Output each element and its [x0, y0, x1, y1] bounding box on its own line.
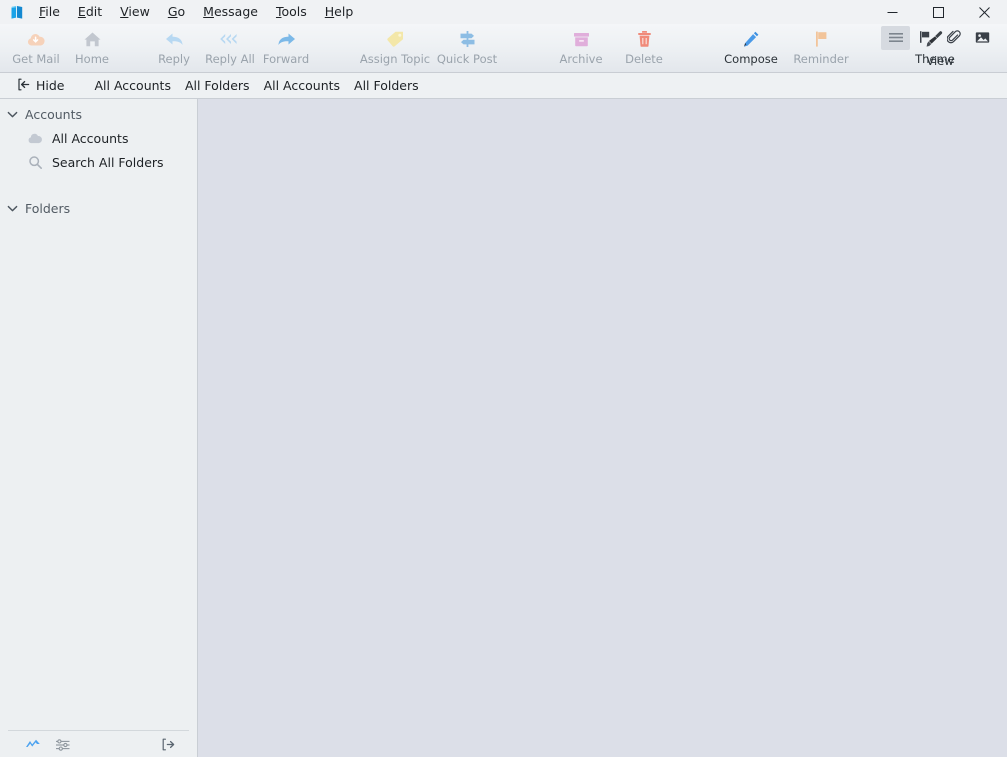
- menu-help[interactable]: Help: [316, 2, 363, 22]
- toolbar-button-assign-topic[interactable]: Assign Topic: [358, 24, 432, 70]
- menu-go[interactable]: Go: [159, 2, 194, 22]
- hide-label: Hide: [36, 78, 65, 93]
- tag-icon: [385, 29, 405, 49]
- sidebar-section-folders[interactable]: Folders: [0, 197, 197, 220]
- paperclip-icon: [947, 29, 961, 48]
- image-icon: [975, 29, 990, 48]
- view-toggle-attachment[interactable]: [939, 26, 968, 50]
- signpost-icon: [458, 29, 477, 49]
- toolbar-label: Forward: [263, 53, 309, 65]
- search-icon: [27, 154, 43, 170]
- sidebar-item-search-all-folders[interactable]: Search All Folders: [0, 150, 197, 174]
- menu-file[interactable]: File: [30, 2, 69, 22]
- toolbar-label: Compose: [724, 53, 778, 65]
- sidebar-item-label: Search All Folders: [52, 155, 164, 170]
- sidebar-status-bar: [8, 730, 189, 757]
- forward-icon: [276, 29, 297, 49]
- sidebar-section-spacer: [0, 174, 197, 197]
- archive-box-icon: [572, 29, 591, 49]
- collapse-left-icon: [17, 78, 30, 94]
- toolbar-label: Delete: [625, 53, 663, 65]
- sidebar: Accounts All Accounts: [0, 99, 198, 757]
- cloud-download-icon: [26, 29, 46, 49]
- toolbar-label: Reply All: [205, 53, 255, 65]
- maximize-icon[interactable]: [915, 0, 961, 24]
- main-toolbar: Get Mail Home Reply: [0, 24, 1007, 73]
- toolbar-button-delete[interactable]: Delete: [616, 24, 672, 70]
- trash-icon: [636, 29, 653, 49]
- view-group-label: View: [881, 55, 999, 67]
- minimize-icon[interactable]: [869, 0, 915, 24]
- menu-bar: File Edit View Go Message Tools Help: [30, 0, 362, 24]
- toolbar-button-compose[interactable]: Compose: [716, 24, 786, 70]
- menu-message[interactable]: Message: [194, 2, 267, 22]
- toolbar-button-archive[interactable]: Archive: [546, 24, 616, 70]
- window-controls: [869, 0, 1007, 24]
- view-toggle-image[interactable]: [968, 26, 997, 50]
- sidebar-item-label: All Accounts: [52, 131, 128, 146]
- close-icon[interactable]: [961, 0, 1007, 24]
- message-list-area[interactable]: [198, 99, 1007, 757]
- menu-tools[interactable]: Tools: [267, 2, 316, 22]
- logout-icon[interactable]: [153, 738, 183, 751]
- reply-icon: [164, 29, 185, 49]
- toolbar-button-get-mail[interactable]: Get Mail: [8, 24, 64, 70]
- menu-edit[interactable]: Edit: [69, 2, 111, 22]
- flag-icon: [813, 29, 830, 49]
- sidebar-tree: Accounts All Accounts: [0, 99, 197, 730]
- sidebar-section-accounts[interactable]: Accounts: [0, 103, 197, 126]
- activity-bolt-icon[interactable]: [18, 738, 48, 750]
- sliders-icon[interactable]: [48, 738, 78, 751]
- toolbar-button-reminder[interactable]: Reminder: [786, 24, 856, 70]
- cloud-icon: [27, 130, 43, 146]
- toolbar-label: Get Mail: [12, 53, 60, 65]
- sidebar-item-all-accounts[interactable]: All Accounts: [0, 126, 197, 150]
- list-lines-icon: [888, 29, 904, 48]
- toolbar-label: Reminder: [793, 53, 848, 65]
- view-toggle-group: View: [881, 26, 999, 70]
- view-toggle-list[interactable]: [881, 26, 910, 50]
- reply-all-icon: [219, 29, 242, 49]
- subbar-item-all-folders-2[interactable]: All Folders: [347, 76, 426, 95]
- title-bar: File Edit View Go Message Tools Help: [0, 0, 1007, 24]
- menu-view[interactable]: View: [111, 2, 159, 22]
- toolbar-button-forward[interactable]: Forward: [258, 24, 314, 70]
- toolbar-label: Reply: [158, 53, 190, 65]
- home-icon: [83, 29, 102, 49]
- application-window: File Edit View Go Message Tools Help: [0, 0, 1007, 757]
- subbar-item-all-accounts-2[interactable]: All Accounts: [257, 76, 347, 95]
- view-toggle-flag[interactable]: [910, 26, 939, 50]
- pencil-icon: [742, 29, 761, 49]
- sidebar-section-label: Accounts: [25, 107, 82, 122]
- flag-icon: [918, 29, 932, 48]
- mailbox-icon: [0, 4, 30, 20]
- toolbar-label: Home: [75, 53, 109, 65]
- toolbar-button-quick-post[interactable]: Quick Post: [432, 24, 502, 70]
- sidebar-section-label: Folders: [25, 201, 70, 216]
- toolbar-label: Archive: [559, 53, 602, 65]
- toolbar-button-reply-all[interactable]: Reply All: [202, 24, 258, 70]
- subbar-item-all-folders-1[interactable]: All Folders: [178, 76, 257, 95]
- subbar-item-all-accounts-1[interactable]: All Accounts: [88, 76, 178, 95]
- toolbar-button-home[interactable]: Home: [64, 24, 120, 70]
- hide-sidebar-button[interactable]: Hide: [10, 76, 72, 96]
- folder-filter-bar: Hide All Accounts All Folders All Accoun…: [0, 73, 1007, 99]
- chevron-down-icon: [7, 201, 18, 216]
- toolbar-label: Quick Post: [437, 53, 497, 65]
- chevron-down-icon: [7, 107, 18, 122]
- main-body: Accounts All Accounts: [0, 99, 1007, 757]
- toolbar-button-reply[interactable]: Reply: [146, 24, 202, 70]
- toolbar-label: Assign Topic: [360, 53, 430, 65]
